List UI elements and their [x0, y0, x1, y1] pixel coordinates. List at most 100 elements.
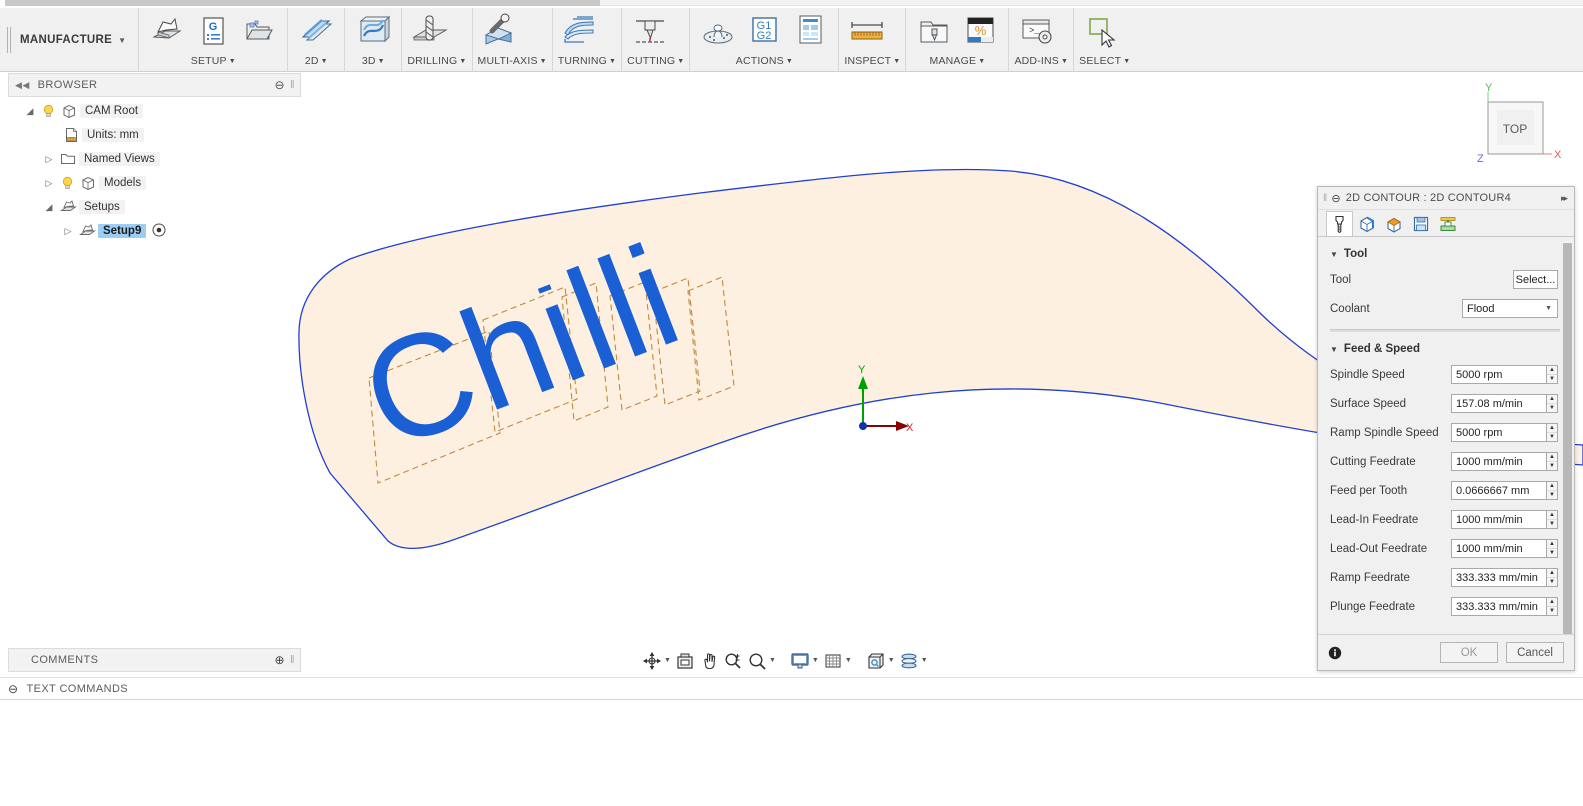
measure-button[interactable] [844, 8, 890, 54]
lead-out-feedrate-input[interactable]: 1000 mm/min [1451, 539, 1547, 558]
ribbon-group-label-actions[interactable]: ACTIONS ▼ [695, 54, 833, 70]
section-header-feed-speed[interactable]: ▼ Feed & Speed [1318, 338, 1574, 360]
add-comment-icon[interactable]: ⊕ [275, 653, 285, 667]
look-at-button[interactable] [673, 648, 697, 673]
workspace-selector[interactable]: MANUFACTURE ▼ [14, 8, 140, 72]
browser-title: BROWSER [37, 79, 98, 91]
spinner-buttons[interactable]: ▲ ▼ [1547, 423, 1558, 442]
pan-button[interactable] [697, 648, 721, 673]
layout-button[interactable]: ▼ [897, 648, 930, 673]
ribbon-group-label-drilling[interactable]: DRILLING ▼ [407, 54, 466, 70]
display-settings-button[interactable]: ▼ [788, 648, 821, 673]
tree-item-setup9[interactable]: ▷ Setup9 [8, 219, 301, 243]
spinner-buttons[interactable]: ▲ ▼ [1547, 394, 1558, 413]
row-coolant: Coolant Flood ▼ [1318, 294, 1574, 323]
tree-item-cam-root[interactable]: ◢ CAM Root [8, 99, 301, 123]
ribbon-group-label-2d[interactable]: 2D ▼ [293, 54, 339, 70]
collapse-icon[interactable]: ◀◀ [15, 80, 30, 91]
coolant-dropdown[interactable]: Flood ▼ [1462, 299, 1558, 318]
grid-snaps-button[interactable]: ▼ [821, 648, 854, 673]
section-header-tool[interactable]: ▼ Tool [1318, 243, 1574, 265]
info-icon[interactable] [1328, 646, 1348, 660]
machining-time-button[interactable]: % [957, 8, 1003, 54]
dialog-title-bar[interactable]: ‖ ⊖ 2D CONTOUR : 2D CONTOUR4 ▸▸ [1318, 187, 1574, 210]
g1g2-button[interactable]: G1 G2 [741, 8, 787, 54]
spinner-buttons[interactable]: ▲ ▼ [1547, 539, 1558, 558]
ok-button[interactable]: OK [1440, 642, 1498, 663]
collapse-triangle-icon[interactable]: ▷ [60, 226, 76, 237]
spinner-buttons[interactable]: ▲ ▼ [1547, 597, 1558, 616]
tree-item-units[interactable]: Units: mm [8, 123, 301, 147]
tool-select-button[interactable]: Select... [1513, 270, 1558, 289]
minimize-icon[interactable]: ⊖ [275, 78, 285, 92]
plunge-feedrate-input[interactable]: 333.333 mm/min [1451, 597, 1547, 616]
ramp-feedrate-input[interactable]: 333.333 mm/min [1451, 568, 1547, 587]
tree-item-models[interactable]: ▷ Models [8, 171, 301, 195]
ribbon-group-label-manage[interactable]: MANAGE ▼ [911, 54, 1003, 70]
spindle-speed-input[interactable]: 5000 rpm [1451, 365, 1547, 384]
dialog-tabs [1318, 210, 1574, 237]
tab-heights[interactable] [1380, 211, 1407, 236]
2d-toolpath-button[interactable] [293, 8, 339, 54]
zoom-window-button[interactable]: ▼ [745, 648, 778, 673]
spinner-buttons[interactable]: ▲ ▼ [1547, 568, 1558, 587]
turning-button[interactable] [558, 8, 604, 54]
dialog-grip[interactable]: ‖ [1323, 193, 1327, 204]
minimize-icon[interactable]: ⊖ [8, 682, 18, 696]
cancel-button[interactable]: Cancel [1506, 642, 1564, 663]
ribbon-group-label-multi-axis[interactable]: MULTI-AXIS ▼ [478, 54, 547, 70]
visibility-bulb-icon[interactable] [38, 104, 58, 118]
ribbon-group-label-addins[interactable]: ADD-INS ▼ [1014, 54, 1068, 70]
multi-axis-button[interactable] [478, 8, 524, 54]
spinner-buttons[interactable]: ▲ ▼ [1547, 365, 1558, 384]
zoom-button[interactable] [721, 648, 745, 673]
spinner-buttons[interactable]: ▲ ▼ [1547, 510, 1558, 529]
ribbon-group-label-3d[interactable]: 3D ▼ [350, 54, 396, 70]
surface-speed-input[interactable]: 157.08 m/min [1451, 394, 1547, 413]
expand-triangle-icon[interactable]: ◢ [22, 106, 38, 117]
setup-button[interactable] [144, 8, 190, 54]
expand-triangle-icon[interactable]: ◢ [41, 202, 57, 213]
lead-in-feedrate-input[interactable]: 1000 mm/min [1451, 510, 1547, 529]
row-ramp-spindle-speed: Ramp Spindle Speed 5000 rpm ▲ ▼ [1318, 418, 1574, 447]
collapse-triangle-icon[interactable]: ▷ [41, 178, 57, 189]
setup-small-icon [76, 224, 98, 238]
generate-nc-program-button[interactable]: G [190, 8, 236, 54]
tool-library-button[interactable] [911, 8, 957, 54]
orbit-button[interactable]: ▼ [640, 648, 673, 673]
spinner-buttons[interactable]: ▲ ▼ [1547, 452, 1558, 471]
collapse-triangle-icon[interactable]: ▷ [41, 154, 57, 165]
3d-toolpath-button[interactable] [350, 8, 396, 54]
spinner-buttons[interactable]: ▲ ▼ [1547, 481, 1558, 500]
ribbon-group-label-select[interactable]: SELECT ▼ [1079, 54, 1130, 70]
panel-grip[interactable]: ‖ [290, 654, 297, 666]
tab-geometry[interactable] [1353, 211, 1380, 236]
ribbon-group-label-turning[interactable]: TURNING ▼ [558, 54, 616, 70]
tab-tool[interactable] [1326, 211, 1353, 236]
ramp-spindle-speed-input[interactable]: 5000 rpm [1451, 423, 1547, 442]
visibility-bulb-icon[interactable] [57, 176, 77, 190]
panel-grip[interactable]: ‖ [290, 79, 297, 91]
drilling-button[interactable] [407, 8, 453, 54]
setup-folder-button[interactable] [236, 8, 282, 54]
ribbon-group-label-cutting[interactable]: CUTTING ▼ [627, 54, 684, 70]
ribbon-group-label-setup[interactable]: SETUP ▼ [144, 54, 282, 70]
minimize-icon[interactable]: ⊖ [1331, 192, 1340, 205]
target-icon[interactable] [152, 223, 166, 240]
tree-item-named-views[interactable]: ▷ Named Views [8, 147, 301, 171]
addins-button[interactable]: >_ [1014, 8, 1060, 54]
expand-icon[interactable]: ▸▸ [1561, 193, 1568, 204]
tab-linking[interactable] [1434, 211, 1461, 236]
cutting-feedrate-input[interactable]: 1000 mm/min [1451, 452, 1547, 471]
tree-item-setups[interactable]: ◢ Setups [8, 195, 301, 219]
tab-passes[interactable] [1407, 211, 1434, 236]
select-button[interactable] [1079, 8, 1125, 54]
setup-sheet-button[interactable] [787, 8, 833, 54]
view-cube[interactable]: TOP Y X Z [1455, 80, 1575, 175]
ribbon-group-label-inspect[interactable]: INSPECT ▼ [844, 54, 900, 70]
viewports-button[interactable]: ▼ [864, 648, 897, 673]
feed-per-tooth-input[interactable]: 0.0666667 mm [1451, 481, 1547, 500]
simulate-button[interactable] [695, 8, 741, 54]
dialog-scrollbar[interactable] [1563, 241, 1572, 634]
cutting-button[interactable] [627, 8, 673, 54]
